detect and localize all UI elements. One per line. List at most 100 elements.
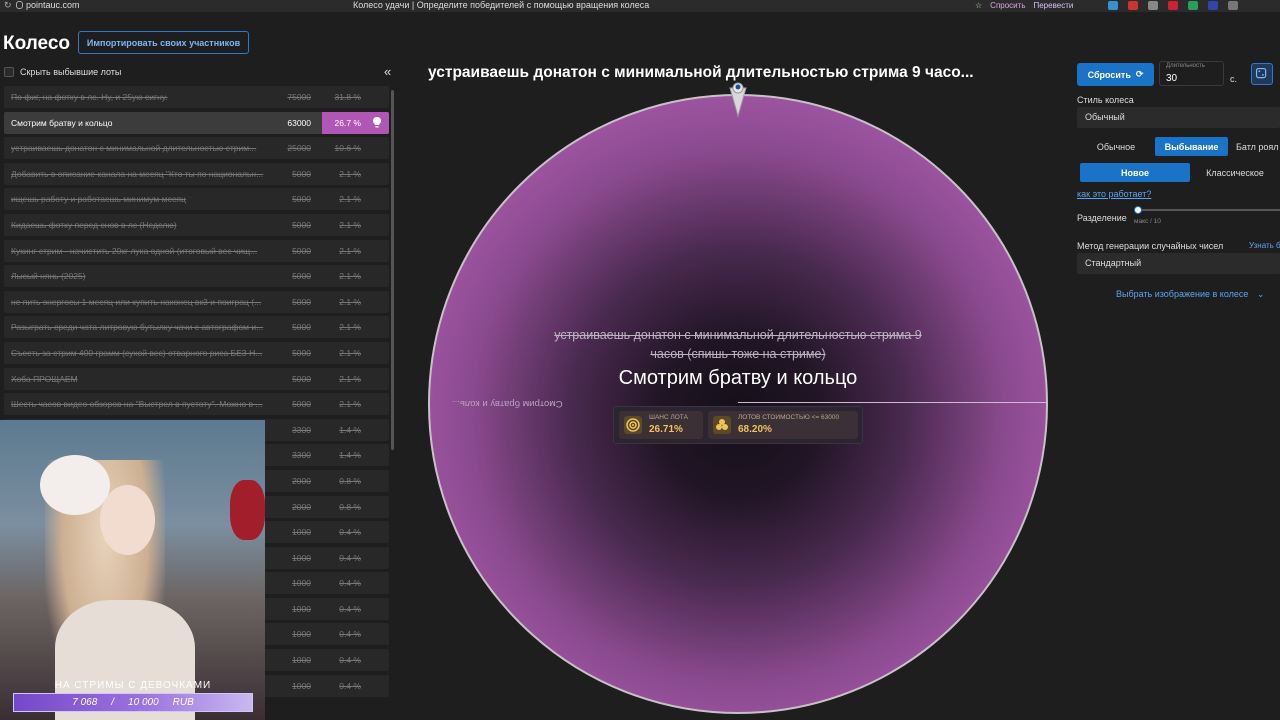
lot-percent: 0.8 % (339, 475, 361, 486)
split-label: Разделение (1077, 213, 1127, 223)
lot-percent: 0.4 % (339, 527, 361, 538)
choose-wheel-image-button[interactable]: Выбрать изображение в колесе ⌄ (1116, 289, 1264, 300)
translate-extension-button[interactable]: Перевести (1033, 0, 1073, 11)
lot-amount: 1000 (292, 578, 311, 589)
lot-amount: 1000 (292, 527, 311, 538)
lot-amount: 5000 (292, 322, 311, 333)
address-bar[interactable]: pointauc.com (26, 0, 80, 11)
donation-currency: RUB (172, 697, 194, 708)
lot-amount: 5000 (292, 271, 311, 282)
winner-stats-card: ШАНС ЛОТА 26.71% ЛОТОВ СТОИМОСТЬЮ <= 630… (613, 406, 863, 444)
extension-icon[interactable] (1108, 1, 1118, 10)
tab-elimination[interactable]: Выбывание (1155, 137, 1228, 156)
extension-icon[interactable] (1188, 1, 1198, 10)
lot-row[interactable]: Хоба ПРОЩАЕМ 5000 2.1 % (4, 367, 389, 390)
lot-row[interactable]: Добавить в описание канала на месяц "Кто… (4, 162, 389, 185)
lot-percent: 0.4 % (339, 603, 361, 614)
lot-row[interactable]: Кидаешь фотку перед снов в лс (Неделю) 50… (4, 213, 389, 236)
rng-learn-link[interactable]: Узнать б (1249, 241, 1280, 250)
extension-icon[interactable] (1228, 1, 1238, 10)
lot-amount: 5000 (292, 373, 311, 384)
lot-title: устраиваешь донатон с минимальной длител… (11, 143, 257, 154)
lot-percent: 0.4 % (339, 578, 361, 589)
dice-icon (1255, 67, 1267, 79)
lot-chance-stat: ШАНС ЛОТА 26.71% (619, 411, 703, 439)
lot-percent: 2.1 % (339, 168, 361, 179)
lot-row[interactable]: Разыграть среди чата литровую бутылку ча… (4, 316, 389, 339)
lot-row[interactable]: Лысый нянь (2025) 5000 2.1 % (4, 265, 389, 288)
lot-percent: 2.1 % (339, 347, 361, 358)
reset-button-label: Сбросить (1087, 69, 1131, 80)
scrollbar[interactable] (391, 90, 394, 450)
lot-row[interactable]: Кукинг стрим - начистить 20кг лука одной… (4, 239, 389, 262)
extension-icon[interactable] (1168, 1, 1178, 10)
lot-amount: 5000 (292, 168, 311, 179)
wheel-title: устраиваешь донатон с минимальной длител… (428, 64, 974, 81)
lot-percent: 0.4 % (339, 680, 361, 691)
bookmark-icon[interactable]: ☆ (975, 0, 982, 11)
random-dice-button[interactable] (1251, 63, 1273, 85)
rng-method-select[interactable]: Стандартный (1077, 253, 1280, 274)
duration-input[interactable]: Длительность 30 (1159, 61, 1224, 86)
lot-row[interactable]: Съесть за стрим 400 грамм (сухой вес) от… (4, 341, 389, 364)
current-winner-text: Смотрим братву и кольцо (618, 367, 858, 389)
site-info-icon[interactable] (16, 1, 23, 9)
lot-amount: 5000 (292, 347, 311, 358)
lot-title: Добавить в описание канала на месяц "Кто… (11, 168, 264, 179)
extensions-area: ☆ Спросить Перевести (975, 0, 1073, 11)
lot-percent: 2.1 % (339, 322, 361, 333)
how-it-works-link[interactable]: как это работает? (1077, 189, 1151, 199)
lot-row[interactable]: Шесть часов видео обзоров на "Выстрел в … (4, 393, 389, 416)
lot-amount: 3300 (292, 424, 311, 435)
reload-icon[interactable]: ↻ (4, 0, 12, 11)
extension-icon[interactable] (1208, 1, 1218, 10)
wheel-sector-divider (738, 402, 1046, 403)
page-title: Колесо (3, 33, 71, 54)
lot-amount: 5000 (292, 219, 311, 230)
target-icon (624, 416, 642, 434)
tab-normal[interactable]: Обычное (1077, 137, 1155, 156)
lot-row[interactable]: По фиг, на фотку в лс. Ну, и 25ую сигну.… (4, 86, 389, 108)
extension-icon[interactable] (1148, 1, 1158, 10)
lots-cost-stat: ЛОТОВ СТОИМОСТЬЮ <= 63000 68.20% (708, 411, 858, 439)
wheel-style-label: Стиль колеса (1077, 95, 1134, 105)
wheel-style-select[interactable]: Обычный (1077, 107, 1280, 128)
slider-handle[interactable] (1134, 206, 1142, 214)
lots-cost-caption: ЛОТОВ СТОИМОСТЬЮ <= 63000 (738, 414, 840, 421)
lot-row[interactable]: устраиваешь донатон с минимальной длител… (4, 137, 389, 160)
lot-amount: 5000 (292, 245, 311, 256)
lot-percent: 2.1 % (339, 271, 361, 282)
hide-eliminated-toggle[interactable]: Скрыть выбывшие лоты (4, 67, 121, 77)
coins-icon (713, 416, 731, 434)
refresh-icon: ⟳ (1135, 69, 1144, 79)
ask-extension-button[interactable]: Спросить (990, 0, 1025, 11)
lot-amount: 3300 (292, 450, 311, 461)
split-slider[interactable] (1134, 206, 1280, 214)
lot-amount: 2000 (292, 475, 311, 486)
lot-row[interactable]: ищешь работу и работаешь минимум месяц 50… (4, 188, 389, 211)
duration-caption: Длительность (1166, 63, 1205, 69)
reset-button[interactable]: Сбросить ⟳ (1077, 63, 1154, 86)
lot-percent: 1.4 % (339, 450, 361, 461)
tab-battle-royale[interactable]: Батл роял (1228, 137, 1280, 156)
lot-percent: 0.4 % (339, 552, 361, 563)
lot-amount: 5000 (292, 194, 311, 205)
lot-amount: 1000 (292, 629, 311, 640)
collapse-sidebar-icon[interactable]: « (384, 64, 391, 79)
mode-tabs: Обычное Выбывание Батл роял (1077, 137, 1280, 156)
lot-percent: 0.4 % (339, 655, 361, 666)
lot-amount: 75000 (287, 92, 311, 102)
donation-separator: / (111, 697, 115, 708)
tab-classic[interactable]: Классическое (1190, 163, 1280, 182)
choose-wheel-image-label: Выбрать изображение в колесе (1116, 289, 1249, 299)
tab-new[interactable]: Новое (1080, 163, 1190, 182)
lot-amount: 1000 (292, 680, 311, 691)
adblock-icon[interactable] (1128, 1, 1138, 10)
lot-row[interactable]: не пить энергосы 1 месяц или купить нако… (4, 290, 389, 313)
lot-title: Разыграть среди чата литровую бутылку ча… (11, 322, 264, 333)
variant-tabs: Новое Классическое (1077, 163, 1280, 182)
import-participants-button[interactable]: Импортировать своих участников (78, 31, 249, 54)
checkbox[interactable] (4, 67, 14, 77)
lot-percent: 0.4 % (339, 629, 361, 640)
lot-row-active[interactable]: Смотрим братву и кольцо 63000 26.7 % (4, 111, 389, 134)
